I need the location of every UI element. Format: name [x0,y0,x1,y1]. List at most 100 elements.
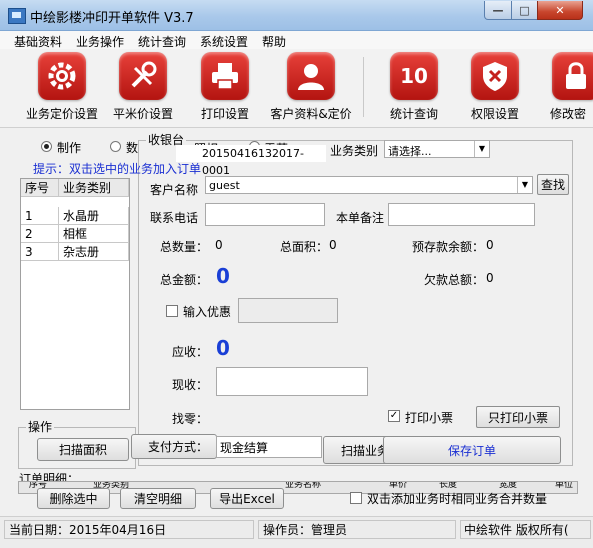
payment-method-label: 支付方式： [131,434,217,459]
mode-radio-make[interactable] [41,141,52,152]
chevron-down-icon[interactable]: ▼ [517,177,532,193]
mode-radio-digital[interactable] [110,141,121,152]
order-col-header[interactable]: 宽度 [499,482,517,490]
row-index: 2 [21,225,59,243]
total-qty-label: 总数量： [160,240,209,254]
clear-detail-button[interactable]: 清空明细 [120,488,196,509]
lock-icon [552,52,593,100]
toolbar-stats-query[interactable]: 10 统计查询 [382,49,446,125]
order-col-header[interactable]: 长度 [439,482,457,490]
calendar-icon: 10 [390,52,438,100]
hint-text: 提示：双击选中的业务加入订单 [33,162,202,176]
payment-method-select[interactable]: 现金结算 [216,436,322,458]
total-amount-label: 总金额： [160,273,209,287]
shield-icon [471,52,519,100]
toolbar-label: 平米价设置 [112,107,173,121]
receivable-value: 0 [216,336,230,360]
mode-label-make: 制作 [57,141,82,155]
phone-label: 联系电话 [150,211,199,225]
toolbar-label: 权限设置 [470,107,519,121]
total-area-label: 总面积： [280,240,329,254]
printer-icon [201,52,249,100]
owed-total-label: 欠款总额： [424,273,485,287]
customer-name-value: guest [209,179,240,192]
chevron-down-icon[interactable]: ▼ [474,141,489,157]
order-col-header[interactable]: 业务名称 [285,482,321,490]
prepaid-balance-value: 0 [486,238,494,252]
toolbar-business-pricing[interactable]: 业务定价设置 [24,49,100,125]
toolbar-label: 统计查询 [389,107,438,121]
row-type: 水晶册 [59,207,129,225]
phone-input[interactable] [205,203,325,226]
order-col-header[interactable]: 单价 [389,482,407,490]
status-copyright: 中绘软件 版权所有( [460,520,591,539]
note-input[interactable] [388,203,535,226]
received-input[interactable] [216,367,368,396]
app-icon [8,8,26,24]
print-receipt-checkbox[interactable]: ✓ [388,410,400,422]
owed-total-value: 0 [486,271,494,285]
note-label: 本单备注 [336,211,385,225]
menu-help[interactable]: 帮助 [262,33,286,50]
export-excel-button[interactable]: 导出Excel [210,488,284,509]
toolbar: 业务定价设置 平米价设置 打印设置 客户资料&定价 10 统计查询 权限设置 修… [0,49,593,128]
print-receipt-label: 打印小票 [405,411,454,425]
wrench-icon [119,52,167,100]
status-bar: 当前日期：2015年04月16日 操作员：管理员 中绘软件 版权所有( [0,516,593,548]
business-type-label: 业务类别 [330,144,379,158]
maximize-button[interactable]: □ [511,1,538,20]
window-title: 中绘影楼冲印开单软件 V3.7 [30,11,194,26]
menu-system-settings[interactable]: 系统设置 [200,33,248,50]
row-index: 1 [21,207,59,225]
merge-checkbox[interactable] [350,492,362,504]
receivable-label: 应收： [172,345,209,359]
total-area-value: 0 [329,238,337,252]
close-button[interactable]: ✕ [537,1,583,20]
menu-business-ops[interactable]: 业务操作 [76,33,124,50]
toolbar-separator [363,57,364,117]
total-qty-value: 0 [215,238,223,252]
minimize-button[interactable]: — [484,1,512,20]
person-icon [287,52,335,100]
toolbar-label: 业务定价设置 [25,107,98,121]
menu-basic-data[interactable]: 基础资料 [14,33,62,50]
toolbar-customer-pricing[interactable]: 客户资料&定价 [266,49,356,125]
menu-stats-query[interactable]: 统计查询 [138,33,186,50]
discount-label: 输入优惠 [183,305,232,319]
row-type: 杂志册 [59,243,129,261]
menu-bar: 基础资料 业务操作 统计查询 系统设置 帮助 [0,31,593,50]
ops-group-title: 操作 [26,418,55,435]
status-date: 当前日期：2015年04月16日 [4,520,254,539]
toolbar-sqm-price[interactable]: 平米价设置 [108,49,178,125]
toolbar-label: 客户资料&定价 [270,107,352,121]
business-type-select[interactable]: 请选择... ▼ [384,140,490,158]
customer-name-label: 客户名称 [150,183,199,197]
row-index: 3 [21,243,59,261]
save-order-button[interactable]: 保存订单 [383,436,561,464]
only-print-receipt-button[interactable]: 只打印小票 [476,406,560,428]
scan-area-button[interactable]: 扫描面积 [37,438,129,461]
discount-input[interactable] [238,298,338,323]
toolbar-print-settings[interactable]: 打印设置 [192,49,258,125]
table-header: 序号 [21,179,59,197]
customer-name-combo[interactable]: guest ▼ [205,176,533,194]
delete-selected-button[interactable]: 删除选中 [37,488,110,509]
table-header: 业务类别 [59,179,129,197]
gear-icon [38,52,86,100]
search-button[interactable]: 查找 [537,174,569,195]
toolbar-label: 打印设置 [200,107,249,121]
received-label: 现收： [172,378,209,392]
change-label: 找零： [172,412,209,426]
merge-label: 双击添加业务时相同业务合并数量 [367,492,548,506]
row-type: 相框 [59,225,129,243]
status-operator: 操作员：管理员 [258,520,456,539]
discount-checkbox[interactable] [166,305,178,317]
total-amount-value: 0 [216,264,230,288]
toolbar-change-password[interactable]: 修改密 [544,49,593,125]
toolbar-permissions[interactable]: 权限设置 [462,49,528,125]
toolbar-label: 修改密 [550,107,587,121]
business-type-value: 请选择... [388,145,432,158]
title-bar: 中绘影楼冲印开单软件 V3.7 — □ ✕ [0,0,593,31]
order-col-header[interactable]: 单位 [555,482,573,490]
business-table[interactable]: 序号 业务类别 1 水晶册 2 相框 3 杂志册 [20,178,130,410]
